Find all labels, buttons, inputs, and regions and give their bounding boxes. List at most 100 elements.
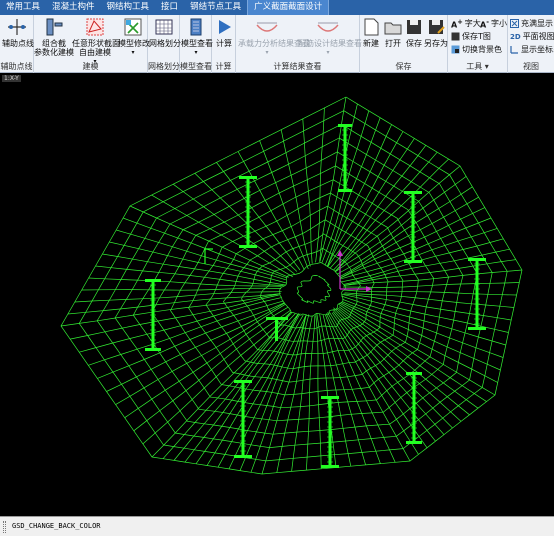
group-aux-points: 辅助点线 辅助点线 [0,15,34,73]
group-model-view-label: 模型查看 [180,62,212,71]
rebar-results-button[interactable]: 配筋设计结果查看 ▾ [298,17,362,56]
mesh-radial-line [341,302,498,383]
group-tools-text: 工具 [466,62,483,71]
tab-interface[interactable]: 接口 [155,0,184,15]
save-as-icon [429,20,445,34]
mesh-radial-line [280,129,311,267]
rebar-curve-icon [317,22,339,32]
mesh-ring-line [60,96,523,475]
show-coords-button[interactable]: 显示坐标系 [510,44,554,55]
mesh-radial-line [151,311,292,458]
aux-points-button[interactable]: 辅助点线 [2,17,34,49]
fill-display-icon [510,19,519,28]
model-view-button[interactable]: 模型查看 ▾ [181,17,213,56]
font-smaller-label: 字小 [490,19,507,29]
open-label: 打开 [385,39,401,48]
building-icon [190,18,202,36]
aux-point-line-icon [8,19,26,35]
save-as-button[interactable]: 另存为 [424,17,448,49]
group-tools: A+ 字大 A- 字小 保存T图 切换背景色 工具 ▾ [448,15,508,73]
model-view-dropdown-icon[interactable]: ▾ [181,49,211,56]
mesh-radial-line [194,173,298,272]
steel-flange-bottom [321,465,339,468]
group-modeling-label: 建模 [82,62,99,71]
group-save: 新建 打开 保存 另存为 保存 [360,15,448,73]
fill-display-label: 充满显示 [521,19,553,28]
calculate-button[interactable]: 计算 [213,17,235,49]
param-model-button[interactable]: 参数化建模 [34,47,74,58]
switch-bg-button[interactable]: 切换背景色 [451,44,502,55]
command-grip-icon[interactable] [3,521,6,533]
free-model-label: 自由建模 [79,48,111,57]
capacity-results-dropdown-icon[interactable]: ▾ [238,49,296,56]
new-file-icon [364,18,379,36]
aux-points-label: 辅助点线 [2,39,34,48]
tab-general-section-design[interactable]: 广义截面截面设计 [247,0,330,15]
model-view-label: 模型查看 [181,39,213,48]
mesh-ring-line [296,275,332,304]
rebar-results-dropdown-icon[interactable]: ▾ [298,49,358,56]
save-button[interactable]: 保存 [404,17,424,49]
param-model-label: 参数化建模 [34,48,74,57]
group-view-label: 视图 [523,62,539,71]
tab-concrete-members[interactable]: 混凝土构件 [46,0,101,15]
open-button[interactable]: 打开 [382,17,404,49]
steel-flange-bottom [404,260,422,263]
model-modify-dropdown-icon[interactable]: ▾ [118,49,148,56]
irregular-section-button[interactable]: 任意形状截面 [72,17,120,49]
model-viewport[interactable]: 1:X-Y [0,74,554,516]
font-bigger-label: 字大 [464,19,481,29]
save-image-icon [451,32,460,41]
group-tools-label[interactable]: 工具 ▾ [448,61,507,72]
rebar-results-label: 配筋设计结果查看 [298,39,362,48]
steel-flange-bottom [145,348,161,351]
save-image-button[interactable]: 保存T图 [451,31,491,42]
coordinate-axes-icon [510,46,518,54]
group-save-label: 保存 [395,62,412,71]
font-smaller-icon: A- [480,18,489,30]
fill-display-button[interactable]: 充满显示 [510,18,553,29]
new-button[interactable]: 新建 [360,17,382,49]
group-calc-label: 计算 [215,62,232,71]
steel-flange-bottom [239,245,257,248]
font-bigger-button[interactable]: A+ 字大 [451,18,481,30]
capacity-results-button[interactable]: 承载力分析结果查看 ▾ [238,17,310,56]
tab-common-tools[interactable]: 常用工具 [0,0,46,15]
mesh-radial-line [341,295,506,346]
viewport-label: 1:X-Y [2,75,21,82]
mesh-radial-line [332,308,445,435]
mesh-radial-line [70,294,279,340]
mesh-radial-line [106,302,285,392]
group-results: 承载力分析结果查看 ▾ 配筋设计结果查看 ▾ 计算结果查看 [236,15,362,73]
group-mesh: 网格划分 网格划分 [148,15,181,73]
save-as-label: 另存为 [424,39,448,48]
group-view: 充满显示 2D 平面视图 显示坐标系 视图 [508,15,554,73]
font-smaller-button[interactable]: A- 字小 [480,18,507,30]
mesh-radial-line [337,307,470,416]
mesh-grid-icon [155,19,173,35]
group-modeling: 组合截 参数化建模 任意形状截面 自由建模 ▾ 模型修改 ▾ 建模 [34,15,150,73]
steel-flange-bottom [338,189,352,192]
mesh-radial-line [97,302,285,379]
open-folder-icon [384,22,402,35]
mesh-ring-line [96,123,493,448]
tab-steel-tools[interactable]: 钢结构工具 [101,0,156,15]
mesh-radial-line [315,107,325,263]
tab-steel-joint-tools[interactable]: 钢结节点工具 [184,0,247,15]
switch-bg-icon [451,45,460,54]
group-results-label: 计算结果查看 [273,62,322,71]
mesh-divide-button[interactable]: 网格划分 [149,17,181,49]
steel-flange-bottom [406,441,422,444]
plan-view-button[interactable]: 2D 平面视图 [510,31,554,42]
group-model-view: 模型查看 ▾ 模型查看 [180,15,213,73]
mesh-radial-line [329,312,419,455]
play-icon [219,20,231,34]
mesh-divide-label: 网格划分 [149,39,181,48]
combo-section-button[interactable]: 组合截 [36,17,72,49]
section-mesh-drawing[interactable] [0,74,554,516]
model-modify-button[interactable]: 模型修改 ▾ [118,17,150,56]
command-line-bar[interactable]: GSD_CHANGE_BACK_COLOR [0,516,554,536]
capacity-curve-icon [256,22,278,32]
font-bigger-icon: A+ [451,18,463,30]
steel-flange-bottom [234,455,252,458]
